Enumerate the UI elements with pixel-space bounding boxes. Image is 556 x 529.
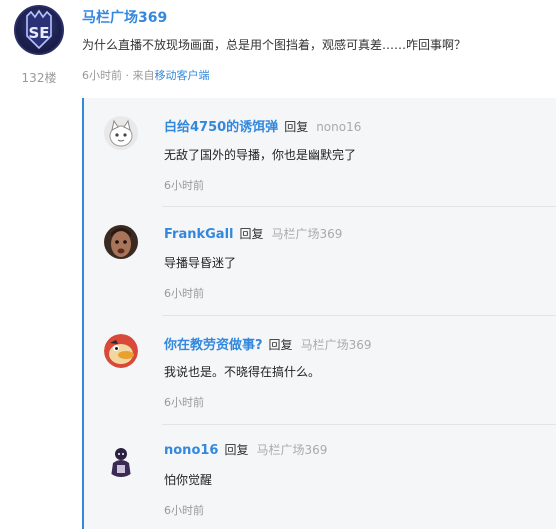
reply-label: 回复: [239, 227, 264, 241]
reply-header: nono16 回复 马栏广场369: [164, 441, 327, 458]
reply-item: 你在教劳资做事? 回复 马栏广场369 我说也是。不晓得在搞什么。 6小时前: [86, 316, 556, 424]
reply-target-link[interactable]: 马栏广场369: [272, 227, 343, 241]
post-meta: 6小时前 · 来自移动客户端: [82, 67, 210, 83]
reply-time: 6小时前: [164, 179, 204, 192]
post-content: 为什么直播不放现场画面，总是用个图挡着，观感可真差……咋回事啊？: [82, 38, 467, 52]
reply-time: 6小时前: [164, 287, 204, 300]
reply-header: 你在教劳资做事? 回复 马栏广场369: [164, 334, 371, 353]
reply-author-link[interactable]: FrankGall: [164, 227, 234, 242]
reply-content: 怕你觉醒: [164, 473, 213, 487]
post-time: 6小时前 · 来自: [82, 69, 155, 82]
reply-content: 导播导昏迷了: [164, 256, 237, 270]
reply-thread-accent-border: 白给4750的诱饵弹 回复 nono16 无敌了国外的导播，你也是幽默完了 6小时前…: [82, 98, 556, 529]
reply-author-link[interactable]: 你在教劳资做事?: [164, 338, 263, 353]
cartoon-duck-avatar[interactable]: [104, 334, 138, 368]
svg-text:SE: SE: [28, 24, 49, 42]
client-source-link[interactable]: 移动客户端: [155, 69, 210, 82]
reply-item: FrankGall 回复 马栏广场369 导播导昏迷了 6小时前: [86, 207, 556, 315]
floor-number: 132楼: [21, 71, 57, 85]
dark-figure-avatar[interactable]: [104, 443, 138, 477]
reply-target-link[interactable]: 马栏广场369: [256, 443, 327, 457]
reply-target-link[interactable]: nono16: [316, 120, 361, 134]
reply-author-link[interactable]: 白给4750的诱饵弹: [164, 120, 278, 135]
reply-content: 无敌了国外的导播，你也是幽默完了: [164, 148, 357, 162]
reply-content: 我说也是。不晓得在搞什么。: [164, 365, 321, 379]
reply-header: FrankGall 回复 马栏广场369: [164, 225, 342, 242]
reply-author-link[interactable]: nono16: [164, 443, 218, 458]
reply-time: 6小时前: [164, 396, 204, 409]
reply-time: 6小时前: [164, 504, 204, 517]
reply-target-link[interactable]: 马栏广场369: [301, 338, 372, 352]
reply-label: 回复: [268, 338, 293, 352]
reply-thread: 白给4750的诱饵弹 回复 nono16 无敌了国外的导播，你也是幽默完了 6小时前…: [82, 98, 556, 529]
team-logo-icon: SE: [26, 9, 52, 50]
reply-item: 白给4750的诱饵弹 回复 nono16 无敌了国外的导播，你也是幽默完了 6小时前: [86, 98, 556, 206]
reply-label: 回复: [224, 443, 249, 457]
reply-item: nono16 回复 马栏广场369 怕你觉醒 6小时前: [86, 425, 556, 529]
white-cat-avatar[interactable]: [104, 116, 138, 150]
reply-label: 回复: [284, 120, 309, 134]
user-avatar[interactable]: SE: [14, 5, 64, 55]
man-face-avatar[interactable]: [104, 225, 138, 259]
post-author-link[interactable]: 马栏广场369: [82, 7, 167, 27]
reply-header: 白给4750的诱饵弹 回复 nono16: [164, 116, 361, 135]
